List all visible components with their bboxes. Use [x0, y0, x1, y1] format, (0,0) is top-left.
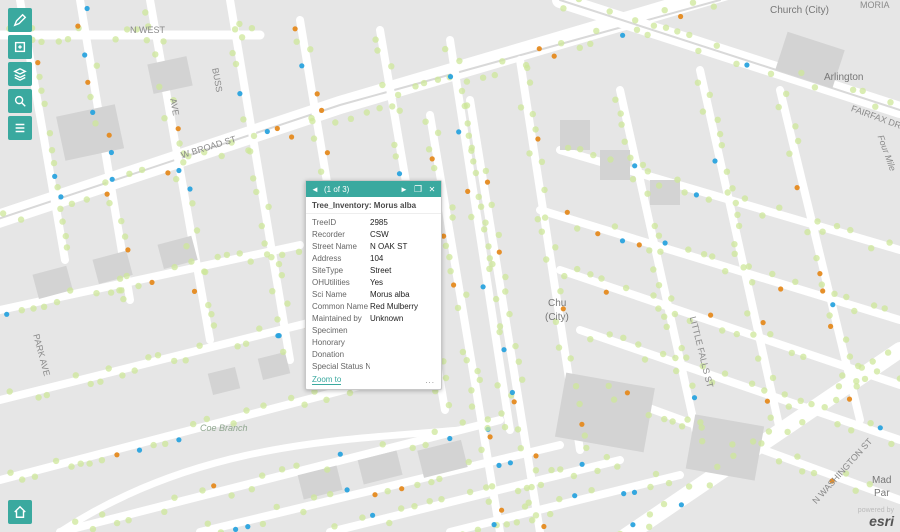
tree-layer [0, 0, 900, 532]
popup-row: RecorderCSW [312, 228, 435, 240]
popup-row: TreeID2985 [312, 216, 435, 228]
popup-field-value: Morus alba [370, 290, 435, 299]
popup-row: Special Status Note [312, 360, 435, 372]
popup-close-icon[interactable]: ✕ [427, 185, 437, 194]
popup-field-label: Donation [312, 350, 370, 359]
popup-field-label: Recorder [312, 230, 370, 239]
popup-row: Common NameRed Mulberry [312, 300, 435, 312]
popup-field-label: Street Name [312, 242, 370, 251]
select-tool[interactable] [8, 35, 32, 59]
popup-field-value [370, 338, 435, 347]
popup-field-label: OHUtilities [312, 278, 370, 287]
popup-row: OHUtilitiesYes [312, 276, 435, 288]
popup-row: Sci NameMorus alba [312, 288, 435, 300]
popup-field-value [370, 362, 435, 371]
popup-field-value [370, 350, 435, 359]
popup-row: Maintained byUnknown [312, 312, 435, 324]
popup-field-label: Special Status Note [312, 362, 370, 371]
legend-tool[interactable] [8, 116, 32, 140]
popup-maximize-icon[interactable]: ❐ [413, 184, 423, 195]
popup-field-label: TreeID [312, 218, 370, 227]
popup-field-value: 2985 [370, 218, 435, 227]
popup-row: Address104 [312, 252, 435, 264]
popup-title: Tree_Inventory: Morus alba [306, 197, 441, 214]
popup-prev-icon[interactable]: ◄ [310, 185, 320, 194]
popup-field-value: Red Mulberry [370, 302, 435, 311]
popup-field-label: Sci Name [312, 290, 370, 299]
popup-row: Street NameN OAK ST [312, 240, 435, 252]
popup-field-value: Street [370, 266, 435, 275]
popup-field-value: Unknown [370, 314, 435, 323]
popup-field-label: Specimen [312, 326, 370, 335]
popup-next-icon[interactable]: ► [399, 185, 409, 194]
popup-field-value: 104 [370, 254, 435, 263]
popup-footer: Zoom to ... [306, 372, 441, 389]
zoom-to-link[interactable]: Zoom to [312, 375, 341, 385]
popup-row: SiteTypeStreet [312, 264, 435, 276]
esri-attribution: powered by esri [858, 507, 894, 528]
toolbar [8, 8, 32, 140]
edit-tool[interactable] [8, 8, 32, 32]
popup-field-label: Address [312, 254, 370, 263]
popup-body: TreeID2985RecorderCSWStreet NameN OAK ST… [306, 214, 441, 372]
popup-row: Donation [312, 348, 435, 360]
popup-field-value [370, 326, 435, 335]
popup-header: ◄ (1 of 3) ► ❐ ✕ [306, 181, 441, 197]
popup-field-value: Yes [370, 278, 435, 287]
home-button[interactable] [8, 500, 32, 524]
popup-field-label: Maintained by [312, 314, 370, 323]
popup-field-label: Honorary [312, 338, 370, 347]
popup-more-icon[interactable]: ... [425, 376, 435, 385]
popup-field-value: N OAK ST [370, 242, 435, 251]
popup-field-label: SiteType [312, 266, 370, 275]
popup-row: Honorary [312, 336, 435, 348]
popup-field-value: CSW [370, 230, 435, 239]
popup-row: Specimen [312, 324, 435, 336]
map-view[interactable]: N WEST W BROAD ST Coe Branch REES FAIRFA… [0, 0, 900, 532]
popup-field-label: Common Name [312, 302, 370, 311]
layers-tool[interactable] [8, 62, 32, 86]
attr-logo: esri [858, 514, 894, 528]
feature-popup: ◄ (1 of 3) ► ❐ ✕ Tree_Inventory: Morus a… [305, 180, 442, 390]
popup-pager: (1 of 3) [324, 185, 395, 194]
search-tool[interactable] [8, 89, 32, 113]
